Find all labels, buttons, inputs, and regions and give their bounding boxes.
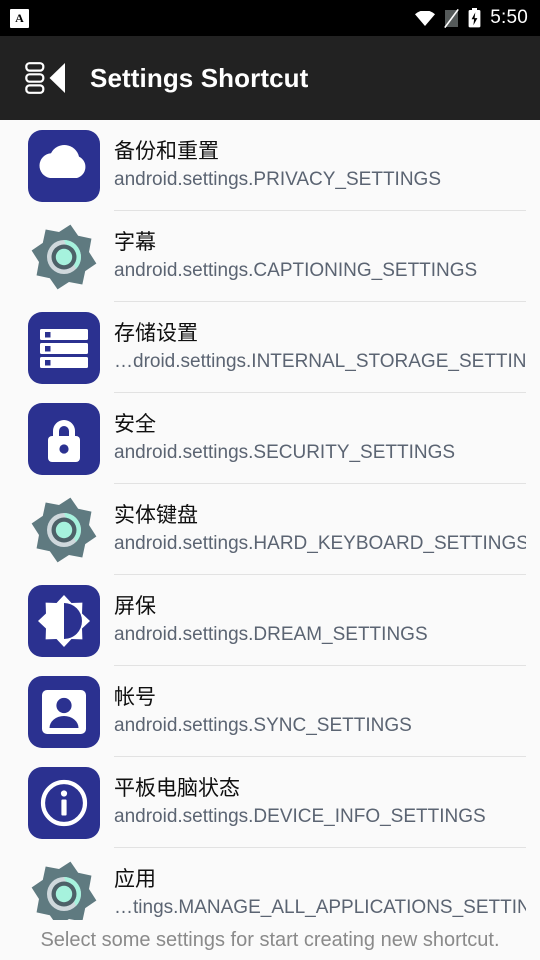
list-item-subtitle: …tings.MANAGE_ALL_APPLICATIONS_SETTINGS — [114, 896, 526, 918]
sim-card-icon — [444, 8, 460, 28]
wifi-icon — [415, 10, 436, 26]
list-item[interactable]: 安全 android.settings.SECURITY_SETTINGS — [0, 393, 540, 484]
icon-tile — [28, 675, 100, 748]
list-item[interactable]: 帐号 android.settings.SYNC_SETTINGS — [0, 666, 540, 757]
list-item-subtitle: …droid.settings.INTERNAL_STORAGE_SETTING… — [114, 350, 526, 372]
gear-icon — [28, 858, 100, 920]
gear-icon — [28, 221, 100, 293]
brightness-icon — [28, 584, 100, 657]
icon-tile — [28, 494, 100, 566]
icon-tile — [28, 311, 100, 384]
list-item-title: 字幕 — [114, 230, 156, 254]
list-item-subtitle: android.settings.CAPTIONING_SETTINGS — [114, 259, 478, 281]
list-item-subtitle: android.settings.DEVICE_INFO_SETTINGS — [114, 805, 486, 827]
icon-tile — [28, 129, 100, 202]
list-item-texts: 屏保 android.settings.DREAM_SETTINGS — [114, 594, 526, 648]
footer-hint-text: Select some settings for start creating … — [40, 928, 500, 951]
cloud-upload-icon — [28, 129, 100, 202]
page-title: Settings Shortcut — [90, 62, 309, 93]
icon-tile — [28, 766, 100, 839]
list-item-title: 帐号 — [114, 685, 156, 709]
list-item[interactable]: 实体键盘 android.settings.HARD_KEYBOARD_SETTI… — [0, 484, 540, 575]
list-item-texts: 应用 …tings.MANAGE_ALL_APPLICATIONS_SETTING… — [114, 867, 526, 920]
storage-list-icon — [28, 311, 100, 384]
list-item-subtitle: android.settings.SYNC_SETTINGS — [114, 714, 412, 736]
list-item-subtitle: android.settings.PRIVACY_SETTINGS — [114, 168, 441, 190]
list-item-texts: 帐号 android.settings.SYNC_SETTINGS — [114, 685, 526, 739]
list-item[interactable]: 屏保 android.settings.DREAM_SETTINGS — [0, 575, 540, 666]
icon-tile — [28, 858, 100, 920]
list-item-subtitle: android.settings.SECURITY_SETTINGS — [114, 441, 456, 463]
icon-tile — [28, 584, 100, 657]
app-toolbar: Settings Shortcut — [0, 36, 540, 120]
status-bar-left: A — [10, 8, 29, 28]
list-item-texts: 备份和重置 android.settings.PRIVACY_SETTINGS — [114, 139, 526, 193]
battery-charging-icon — [468, 8, 481, 28]
info-circle-icon — [28, 766, 100, 839]
list-back-icon[interactable] — [18, 49, 76, 107]
list-item[interactable]: 存储设置 …droid.settings.INTERNAL_STORAGE_SET… — [0, 302, 540, 393]
list-item[interactable]: 应用 …tings.MANAGE_ALL_APPLICATIONS_SETTING… — [0, 848, 540, 920]
list-item[interactable]: 平板电脑状态 android.settings.DEVICE_INFO_SETTI… — [0, 757, 540, 848]
list-item-texts: 平板电脑状态 android.settings.DEVICE_INFO_SETTI… — [114, 776, 526, 830]
list-item-title: 平板电脑状态 — [114, 776, 240, 800]
settings-list[interactable]: 备份和重置 android.settings.PRIVACY_SETTINGS 字幕… — [0, 120, 540, 920]
account-person-icon — [28, 675, 100, 748]
list-item-subtitle: android.settings.HARD_KEYBOARD_SETTINGS — [114, 532, 526, 554]
app-screen: A 5:50 Settings Shortcut 备份和重置 android.s… — [0, 0, 540, 960]
list-item-title: 备份和重置 — [114, 139, 219, 163]
list-item[interactable]: 字幕 android.settings.CAPTIONING_SETTINGS — [0, 211, 540, 302]
list-item-subtitle: android.settings.DREAM_SETTINGS — [114, 623, 428, 645]
list-item-title: 实体键盘 — [114, 503, 198, 527]
list-item-texts: 实体键盘 android.settings.HARD_KEYBOARD_SETTI… — [114, 503, 526, 557]
icon-tile — [28, 221, 100, 293]
lock-icon — [28, 402, 100, 475]
list-item-title: 存储设置 — [114, 321, 198, 345]
status-bar-right: 5:50 — [415, 7, 528, 29]
clock: 5:50 — [490, 7, 528, 28]
list-item-title: 屏保 — [114, 594, 156, 618]
footer-hint: Select some settings for start creating … — [0, 920, 540, 960]
app-notification-icon: A — [10, 8, 29, 28]
list-item-texts: 安全 android.settings.SECURITY_SETTINGS — [114, 412, 526, 466]
icon-tile — [28, 402, 100, 475]
list-item-texts: 存储设置 …droid.settings.INTERNAL_STORAGE_SET… — [114, 321, 526, 375]
list-item-texts: 字幕 android.settings.CAPTIONING_SETTINGS — [114, 230, 526, 284]
list-item-title: 安全 — [114, 412, 156, 436]
gear-icon — [28, 494, 100, 566]
list-item-title: 应用 — [114, 867, 156, 891]
list-item[interactable]: 备份和重置 android.settings.PRIVACY_SETTINGS — [0, 120, 540, 211]
status-bar: A 5:50 — [0, 0, 540, 36]
